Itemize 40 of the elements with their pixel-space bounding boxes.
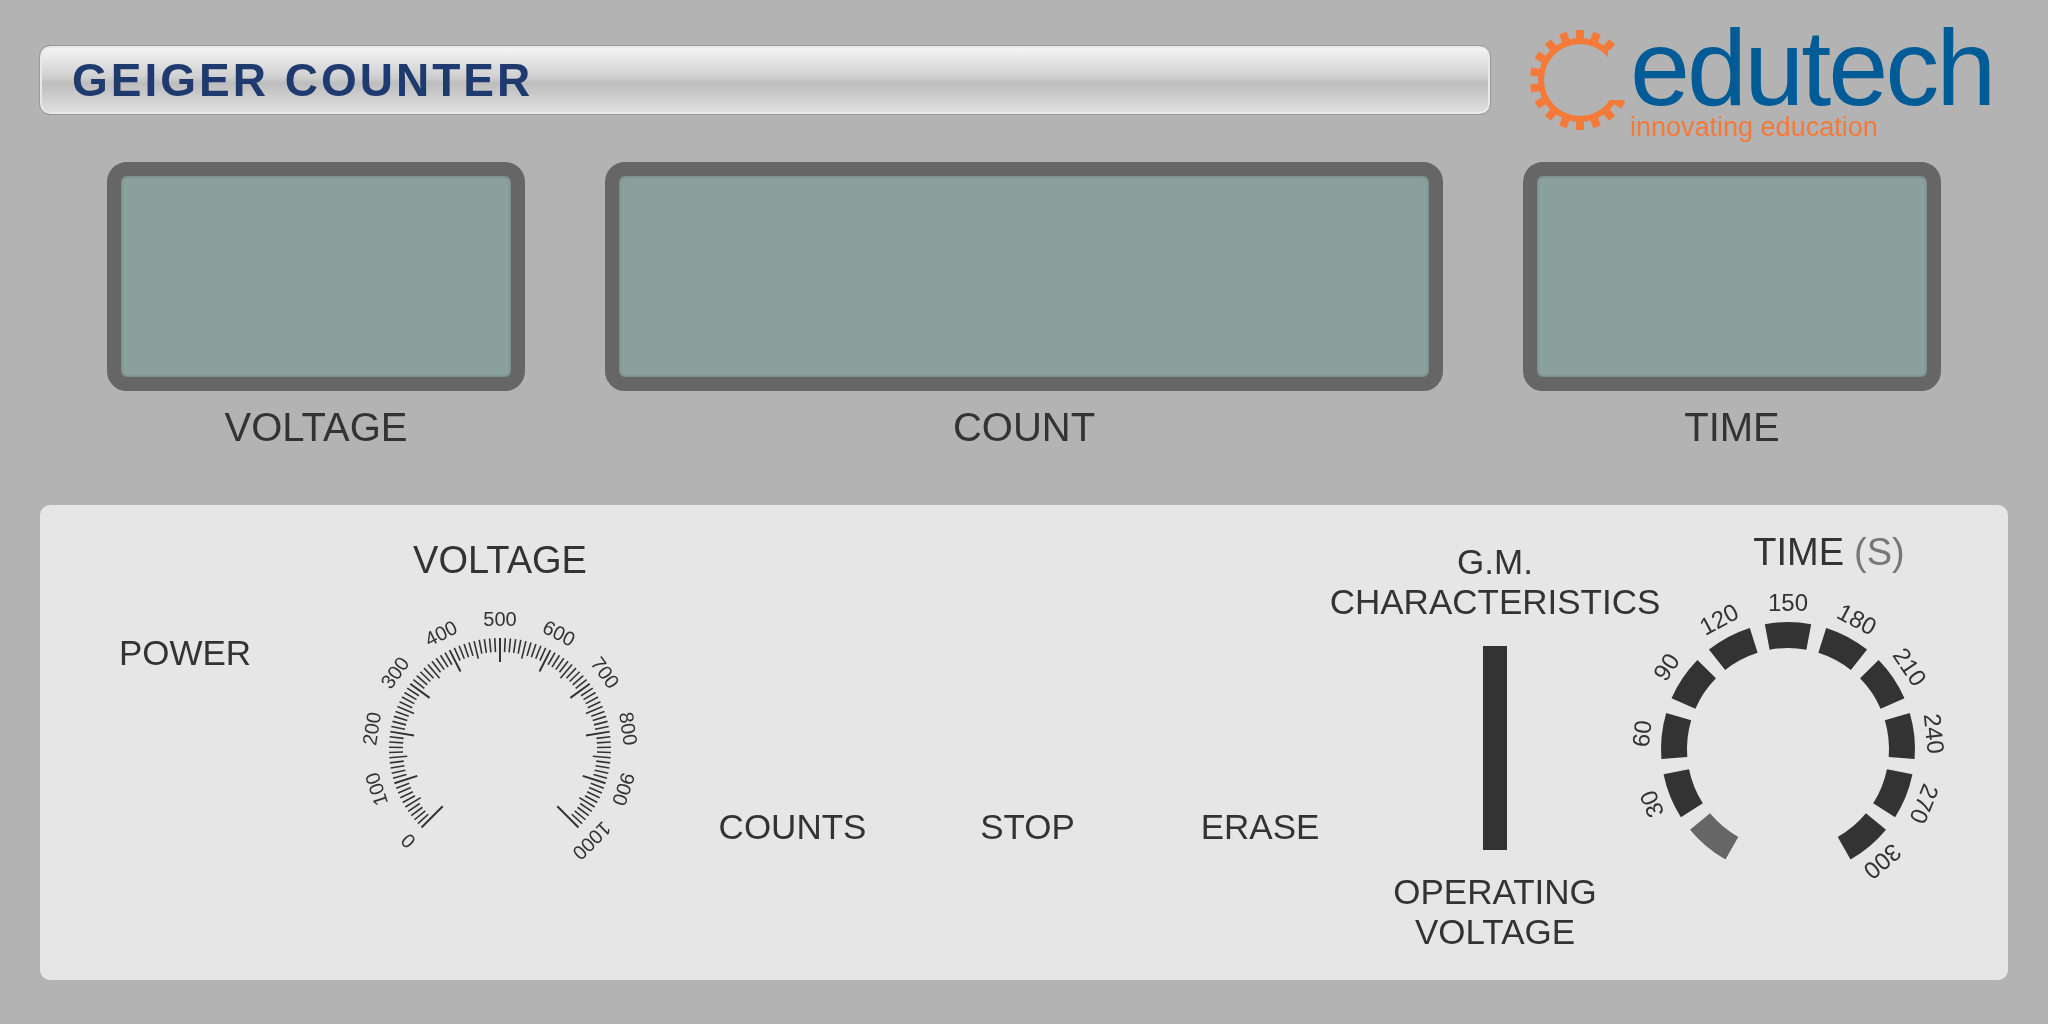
dial-label: TIME [1753, 532, 1845, 572]
dial-segment [1661, 712, 1692, 759]
scale-label: 30 [1634, 786, 1670, 822]
dial-segment [1764, 622, 1812, 650]
dial-segment [1873, 769, 1913, 818]
scale-label: 300 [1858, 838, 1907, 885]
scale-label: 60 [1627, 718, 1657, 749]
power-label: POWER [118, 633, 252, 673]
switch-label: G.M. CHARACTERISTICS [1329, 542, 1661, 622]
scale-label: 700 [586, 652, 624, 693]
button-label: STOP [980, 807, 1075, 847]
display-label: VOLTAGE [224, 404, 408, 451]
display-label: TIME [1684, 404, 1780, 451]
scale-label: 210 [1887, 642, 1933, 691]
scale-label: 100 [360, 769, 392, 809]
scale-label: 300 [376, 652, 414, 693]
dial-segment [1884, 712, 1915, 759]
scale-label: 120 [1694, 597, 1743, 641]
scale-label: 150 [1768, 588, 1808, 616]
button-label: ERASE [1200, 807, 1320, 847]
scale-label: 240 [1918, 712, 1950, 755]
scale-label: 900 [608, 769, 640, 809]
scale-label: 90 [1647, 648, 1685, 686]
dial-label: VOLTAGE [413, 540, 587, 580]
scale-label: 800 [614, 710, 642, 747]
scale-label: 400 [421, 615, 461, 651]
scale-label: 0 [396, 829, 420, 853]
button-label: COUNTS [718, 807, 867, 847]
start-segment [1690, 813, 1739, 860]
display-label: COUNT [952, 404, 1096, 451]
scale-label: 600 [539, 615, 579, 651]
scale-label: 180 [1833, 597, 1882, 641]
gear-icon [1530, 30, 1630, 130]
scale-label: 200 [358, 710, 386, 747]
unit-label: (S) [1854, 532, 1905, 572]
switch-label: OPERATING VOLTAGE [1393, 872, 1597, 952]
scale-label: 500 [483, 608, 517, 630]
app-title: GEIGER COUNTER [40, 46, 1490, 114]
scale-label: 270 [1904, 780, 1945, 828]
dial-segment [1663, 769, 1703, 818]
